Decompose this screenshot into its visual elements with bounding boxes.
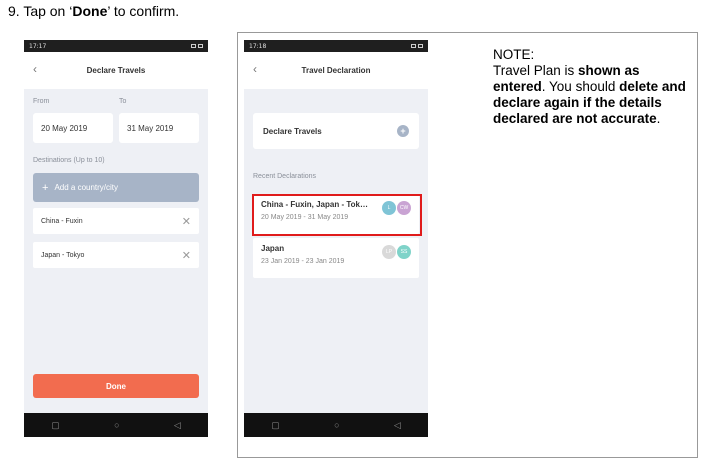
nav-bar: ▢ ○ ◁: [244, 413, 428, 437]
note-part: . You should: [541, 79, 620, 94]
from-date-field[interactable]: 20 May 2019: [33, 113, 113, 143]
destination-row: Japan - Tokyo ✕: [33, 242, 199, 268]
status-bar: 17:18: [244, 40, 428, 52]
back-icon[interactable]: ‹: [253, 62, 257, 76]
plus-icon: +: [42, 181, 49, 194]
square-nav-icon[interactable]: ▢: [271, 420, 280, 431]
note-heading: NOTE:: [493, 47, 535, 62]
page-title: Declare Travels: [86, 66, 146, 75]
plus-icon: +: [397, 125, 409, 137]
page-title: Travel Declaration: [301, 66, 371, 75]
back-nav-icon[interactable]: ◁: [394, 420, 401, 431]
form-content: From To 20 May 2019 31 May 2019 Destinat…: [24, 89, 208, 413]
done-button[interactable]: Done: [33, 374, 199, 398]
phone-travel-declaration: 17:18 ‹ Travel Declaration Declare Trave…: [244, 40, 428, 437]
app-bar: ‹ Declare Travels: [24, 52, 208, 89]
back-icon[interactable]: ‹: [33, 62, 37, 76]
avatar: SS: [397, 245, 411, 259]
add-country-label: Add a country/city: [54, 183, 119, 192]
note-body: Travel Plan is shown as entered. You sho…: [493, 63, 693, 127]
instruction-bold: Done: [72, 3, 108, 19]
declare-travels-label: Declare Travels: [263, 126, 322, 136]
to-date-field[interactable]: 31 May 2019: [119, 113, 199, 143]
note-part: Travel Plan is: [493, 63, 579, 78]
to-label: To: [119, 98, 127, 105]
status-time: 17:17: [29, 42, 47, 50]
avatar-group: LP SS: [381, 245, 411, 259]
back-nav-icon[interactable]: ◁: [174, 420, 181, 431]
highlight-box: [252, 194, 422, 236]
status-icons: [189, 43, 203, 50]
nav-bar: ▢ ○ ◁: [24, 413, 208, 437]
close-icon[interactable]: ✕: [182, 215, 191, 228]
destination-row: China - Fuxin ✕: [33, 208, 199, 234]
avatar: LP: [382, 245, 396, 259]
home-nav-icon[interactable]: ○: [334, 420, 339, 430]
list-item[interactable]: Japan 23 Jan 2019 - 23 Jan 2019 LP SS: [253, 238, 419, 278]
declaration-content: Declare Travels + Recent Declarations Ch…: [244, 89, 428, 413]
instruction-suffix: ’ to confirm.: [107, 3, 180, 19]
declaration-dates: 23 Jan 2019 - 23 Jan 2019: [261, 258, 345, 265]
add-country-button[interactable]: + Add a country/city: [33, 173, 199, 202]
instruction-prefix: 9. Tap on ‘: [8, 3, 73, 19]
status-time: 17:18: [249, 42, 267, 50]
destinations-label: Destinations (Up to 10): [33, 157, 105, 164]
status-icons: [409, 43, 423, 50]
note-part: .: [656, 111, 661, 126]
recent-declarations-label: Recent Declarations: [253, 173, 317, 180]
app-bar: ‹ Travel Declaration: [244, 52, 428, 89]
phone-declare-travels: 17:17 ‹ Declare Travels From To 20 May 2…: [24, 40, 208, 437]
home-nav-icon[interactable]: ○: [114, 420, 119, 430]
close-icon[interactable]: ✕: [182, 249, 191, 262]
from-label: From: [33, 98, 50, 105]
status-bar: 17:17: [24, 40, 208, 52]
instruction-step: 9. Tap on ‘Done’ to confirm.: [8, 3, 179, 19]
destination-name: Japan - Tokyo: [41, 251, 85, 259]
declare-travels-card[interactable]: Declare Travels +: [253, 113, 419, 149]
note-text: NOTE: Travel Plan is shown as entered. Y…: [493, 47, 693, 127]
destination-name: China - Fuxin: [41, 217, 83, 225]
square-nav-icon[interactable]: ▢: [51, 420, 60, 431]
